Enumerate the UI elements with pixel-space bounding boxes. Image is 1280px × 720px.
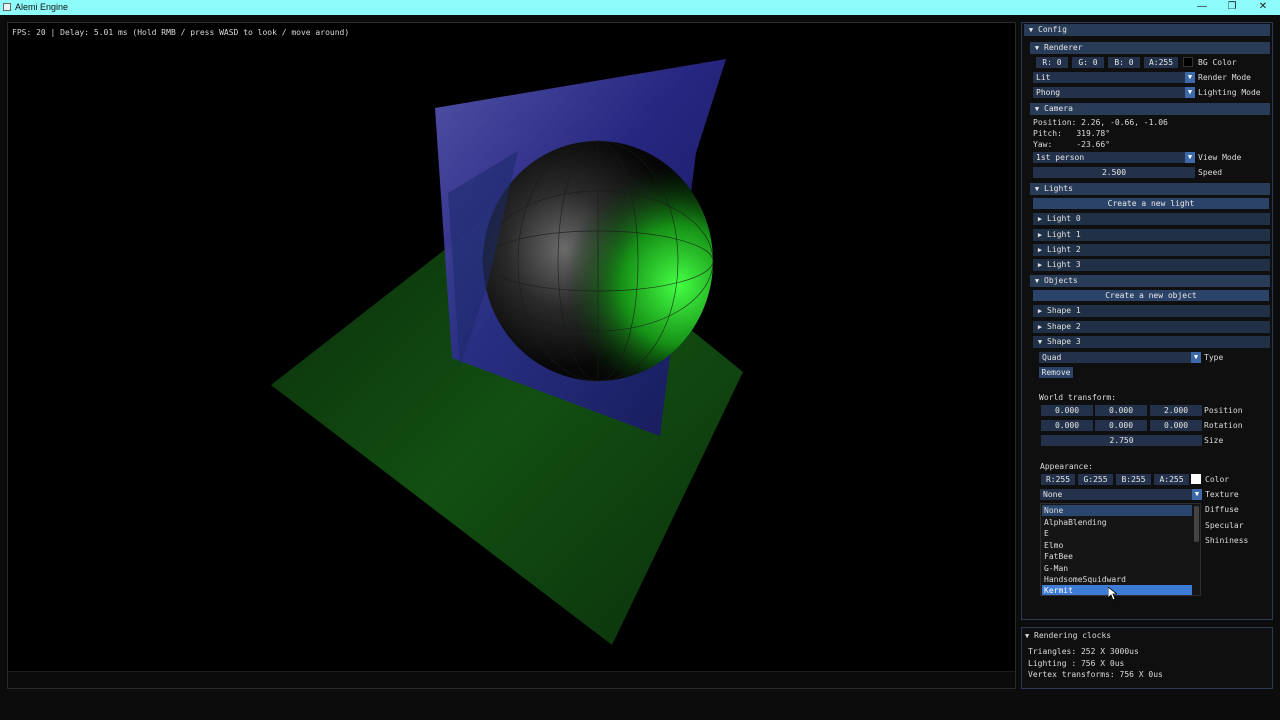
tree-item-shape-1[interactable]: ▶ Shape 1 [1033, 305, 1270, 317]
objects-header[interactable]: ▼ Objects [1030, 275, 1270, 287]
texture-option[interactable]: None [1042, 505, 1192, 516]
shape-type-label: Type [1204, 353, 1224, 362]
lighting-mode-label: Lighting Mode [1198, 88, 1261, 97]
fps-readout: FPS: 20 | Delay: 5.01 ms (Hold RMB / pre… [12, 28, 350, 37]
appearance-label: Appearance: [1040, 462, 1093, 471]
tree-item-shape-2[interactable]: ▶ Shape 2 [1033, 321, 1270, 333]
dropdown-scrollbar[interactable] [1194, 506, 1199, 542]
diffuse-label: Diffuse [1205, 505, 1239, 514]
rotation-x-field[interactable]: 0.000 [1041, 420, 1093, 431]
tree-item-shape-3[interactable]: ▼ Shape 3 [1033, 336, 1270, 348]
shape-type-select[interactable]: Quad ▼ [1039, 352, 1201, 363]
camera-yaw-readout: Yaw: -23.66° [1033, 140, 1111, 149]
tree-item-light-2[interactable]: ▶ Light 2 [1033, 244, 1270, 256]
camera-position-readout: Position: 2.26, -0.66, -1.06 [1033, 118, 1168, 127]
size-field[interactable]: 2.750 [1041, 435, 1202, 446]
tree-item-light-1[interactable]: ▶ Light 1 [1033, 229, 1270, 241]
chevron-down-icon: ▼ [1185, 72, 1195, 83]
camera-header[interactable]: ▼ Camera [1030, 103, 1270, 115]
texture-option[interactable]: FatBee [1042, 551, 1192, 562]
triangles-clock: Triangles: 252 X 3000us [1028, 647, 1139, 656]
view-mode-label: View Mode [1198, 153, 1242, 162]
renderer-header[interactable]: ▼ Renderer [1030, 42, 1270, 54]
rotation-label: Rotation [1204, 421, 1243, 430]
bg-b-field[interactable]: B: 0 [1108, 57, 1140, 68]
lighting-clock: Lighting : 756 X 0us [1028, 659, 1125, 668]
render-viewport[interactable]: FPS: 20 | Delay: 5.01 ms (Hold RMB / pre… [7, 22, 1016, 689]
config-header[interactable]: ▼ Config [1024, 24, 1270, 36]
remove-button[interactable]: Remove [1039, 367, 1073, 378]
texture-option[interactable]: G-Man [1042, 563, 1192, 574]
render-mode-label: Render Mode [1198, 73, 1251, 82]
position-label: Position [1204, 406, 1243, 415]
view-mode-select[interactable]: 1st person ▼ [1033, 152, 1195, 163]
lights-header[interactable]: ▼ Lights [1030, 183, 1270, 195]
color-b-field[interactable]: B:255 [1116, 474, 1151, 485]
color-a-field[interactable]: A:255 [1154, 474, 1189, 485]
speed-label: Speed [1198, 168, 1223, 177]
world-transform-label: World transform: [1039, 393, 1117, 402]
specular-label: Specular [1205, 521, 1244, 530]
rotation-z-field[interactable]: 0.000 [1150, 420, 1202, 431]
tree-item-light-3[interactable]: ▶ Light 3 [1033, 259, 1270, 271]
tree-item-light-0[interactable]: ▶ Light 0 [1033, 213, 1270, 225]
create-object-button[interactable]: Create a new object [1033, 290, 1269, 301]
bg-a-field[interactable]: A:255 [1144, 57, 1178, 68]
color-r-field[interactable]: R:255 [1041, 474, 1075, 485]
rotation-y-field[interactable]: 0.000 [1095, 420, 1147, 431]
minimize-icon[interactable]: — [1187, 0, 1217, 15]
bg-color-swatch[interactable] [1183, 57, 1193, 67]
shininess-label: Shininess [1205, 536, 1249, 545]
texture-option[interactable]: Elmo [1042, 540, 1192, 551]
chevron-down-icon: ▼ [1192, 489, 1202, 500]
restore-icon[interactable]: ❐ [1217, 0, 1247, 15]
rendering-clocks-panel: ▼ Rendering clocks Triangles: 252 X 3000… [1021, 627, 1273, 689]
close-icon[interactable]: ✕ [1248, 0, 1278, 15]
texture-select[interactable]: None ▼ [1040, 489, 1202, 500]
lighting-mode-select[interactable]: Phong ▼ [1033, 87, 1195, 98]
rendering-clocks-header[interactable]: ▼ Rendering clocks [1025, 630, 1111, 642]
texture-option[interactable]: AlphaBlending [1042, 517, 1192, 528]
texture-label: Texture [1205, 490, 1239, 499]
bg-r-field[interactable]: R: 0 [1036, 57, 1068, 68]
texture-option[interactable]: HandsomeSquidward [1042, 574, 1192, 585]
color-swatch[interactable] [1191, 474, 1201, 484]
texture-option[interactable]: E [1042, 528, 1192, 539]
bg-color-label: BG Color [1198, 58, 1237, 67]
bg-g-field[interactable]: G: 0 [1072, 57, 1104, 68]
create-light-button[interactable]: Create a new light [1033, 198, 1269, 209]
position-x-field[interactable]: 0.000 [1041, 405, 1093, 416]
window-titlebar: Alemi Engine — ❐ ✕ [0, 0, 1280, 15]
window-title: Alemi Engine [15, 2, 69, 12]
chevron-down-icon: ▼ [1191, 352, 1201, 363]
chevron-down-icon: ▼ [1185, 87, 1195, 98]
vertex-transforms-clock: Vertex transforms: 756 X 0us [1028, 670, 1163, 679]
chevron-down-icon: ▼ [1185, 152, 1195, 163]
render-mode-select[interactable]: Lit ▼ [1033, 72, 1195, 83]
color-label: Color [1205, 475, 1230, 484]
app-icon [3, 3, 11, 11]
scene-render [271, 59, 743, 645]
position-y-field[interactable]: 0.000 [1095, 405, 1147, 416]
texture-dropdown-list: None AlphaBlending E Elmo FatBee G-Man H… [1040, 503, 1201, 596]
color-g-field[interactable]: G:255 [1078, 474, 1113, 485]
speed-field[interactable]: 2.500 [1033, 167, 1195, 178]
camera-pitch-readout: Pitch: 319.78° [1033, 129, 1111, 138]
viewport-footer [8, 671, 1015, 688]
mouse-cursor-icon [1108, 587, 1117, 601]
texture-option-hovered[interactable]: Kermit [1042, 585, 1192, 595]
position-z-field[interactable]: 2.000 [1150, 405, 1202, 416]
size-label: Size [1204, 436, 1224, 445]
